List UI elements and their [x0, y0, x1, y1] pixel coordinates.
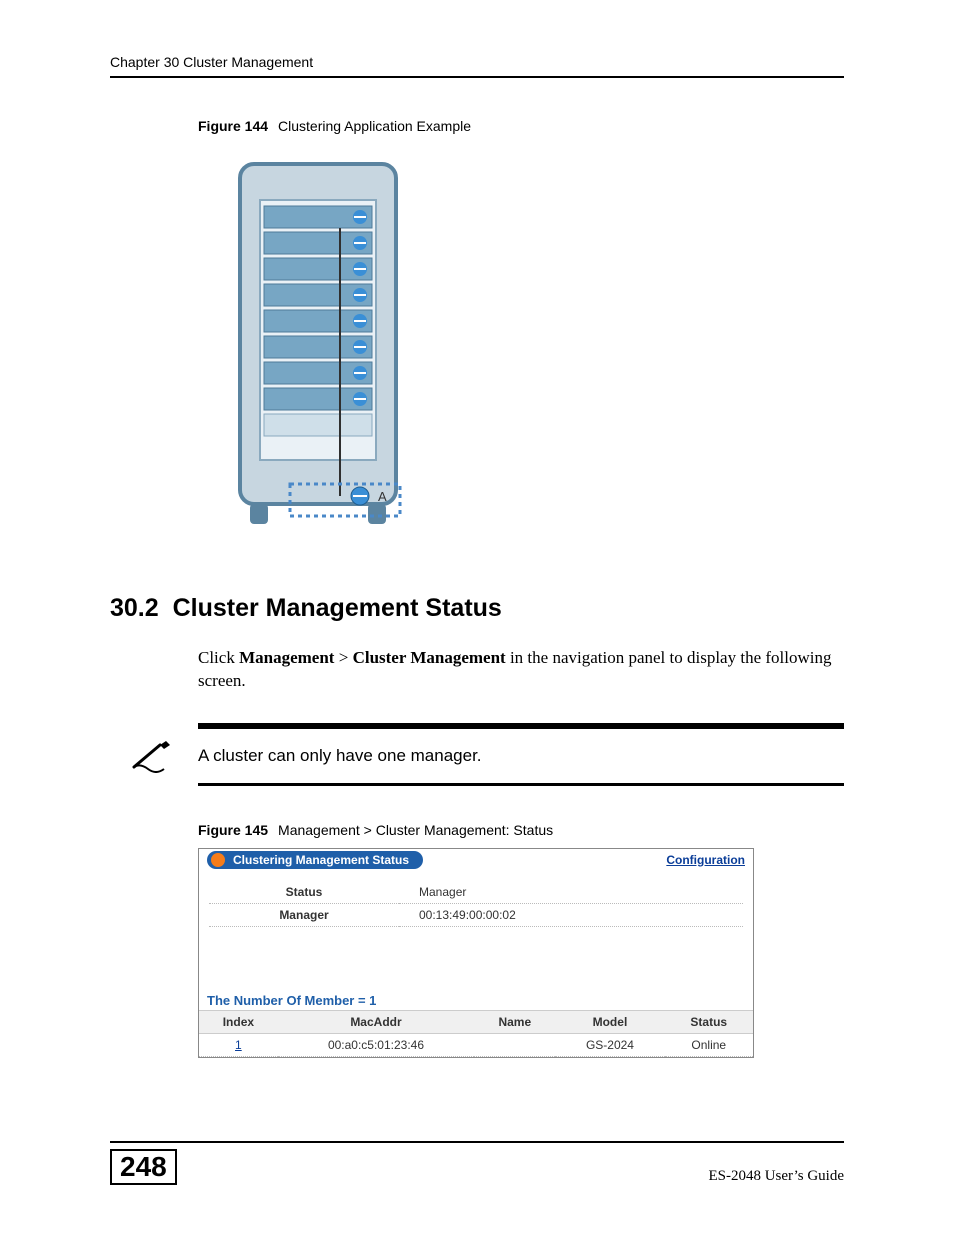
col-macaddr: MacAddr [278, 1010, 474, 1033]
note-icon [110, 739, 198, 773]
member-table: Index MacAddr Name Model Status 1 00:a0:… [199, 1010, 753, 1057]
figure-144-caption: Figure 144 Clustering Application Example [198, 118, 844, 134]
cell-model: GS-2024 [555, 1033, 664, 1056]
section-number: 30.2 [110, 594, 159, 622]
para-pre: Click [198, 648, 239, 667]
col-name: Name [474, 1010, 555, 1033]
cell-index[interactable]: 1 [199, 1033, 278, 1056]
page-footer: 248 ES-2048 User’s Guide [110, 1141, 844, 1185]
figure-144-text: Clustering Application Example [278, 118, 471, 134]
para-b1: Management [239, 648, 334, 667]
configuration-link[interactable]: Configuration [666, 853, 745, 867]
status-value-1: 00:13:49:00:00:02 [399, 904, 743, 927]
para-b2: Cluster Management [353, 648, 506, 667]
status-label-0: Status [209, 881, 399, 904]
figure-145-panel: Clustering Management Status Configurati… [198, 848, 754, 1058]
table-row: 1 00:a0:c5:01:23:46 GS-2024 Online [199, 1033, 753, 1056]
figure-144-image: A [220, 144, 844, 544]
cell-name [474, 1033, 555, 1056]
figure-144-badge: A [378, 489, 387, 504]
guide-name: ES-2048 User’s Guide [708, 1168, 844, 1185]
figure-145-text: Management > Cluster Management: Status [278, 822, 553, 838]
chapter-header: Chapter 30 Cluster Management [110, 54, 844, 78]
cell-status: Online [665, 1033, 754, 1056]
note-block: A cluster can only have one manager. [110, 723, 844, 786]
col-model: Model [555, 1010, 664, 1033]
section-title: Cluster Management Status [173, 594, 502, 622]
figure-145-label: Figure 145 [198, 822, 268, 838]
col-status: Status [665, 1010, 754, 1033]
section-heading: 30.2 Cluster Management Status [110, 594, 844, 623]
figure-144-label: Figure 144 [198, 118, 268, 134]
panel-dot-icon [211, 853, 225, 867]
page-number: 248 [110, 1149, 177, 1185]
cell-macaddr: 00:a0:c5:01:23:46 [278, 1033, 474, 1056]
status-value-0: Manager [399, 881, 743, 904]
col-index: Index [199, 1010, 278, 1033]
para-mid: > [334, 648, 352, 667]
note-text: A cluster can only have one manager. [198, 746, 482, 766]
status-label-1: Manager [209, 904, 399, 927]
status-row-1: Manager 00:13:49:00:00:02 [209, 904, 743, 927]
status-grid: Status Manager Manager 00:13:49:00:00:02 [199, 881, 753, 927]
panel-title-text: Clustering Management Status [233, 853, 409, 867]
panel-title: Clustering Management Status [207, 851, 423, 869]
figure-145-caption: Figure 145 Management > Cluster Managemen… [198, 822, 844, 838]
status-row-0: Status Manager [209, 881, 743, 904]
intro-paragraph: Click Management > Cluster Management in… [198, 647, 844, 693]
member-count: The Number Of Member = 1 [199, 989, 753, 1010]
